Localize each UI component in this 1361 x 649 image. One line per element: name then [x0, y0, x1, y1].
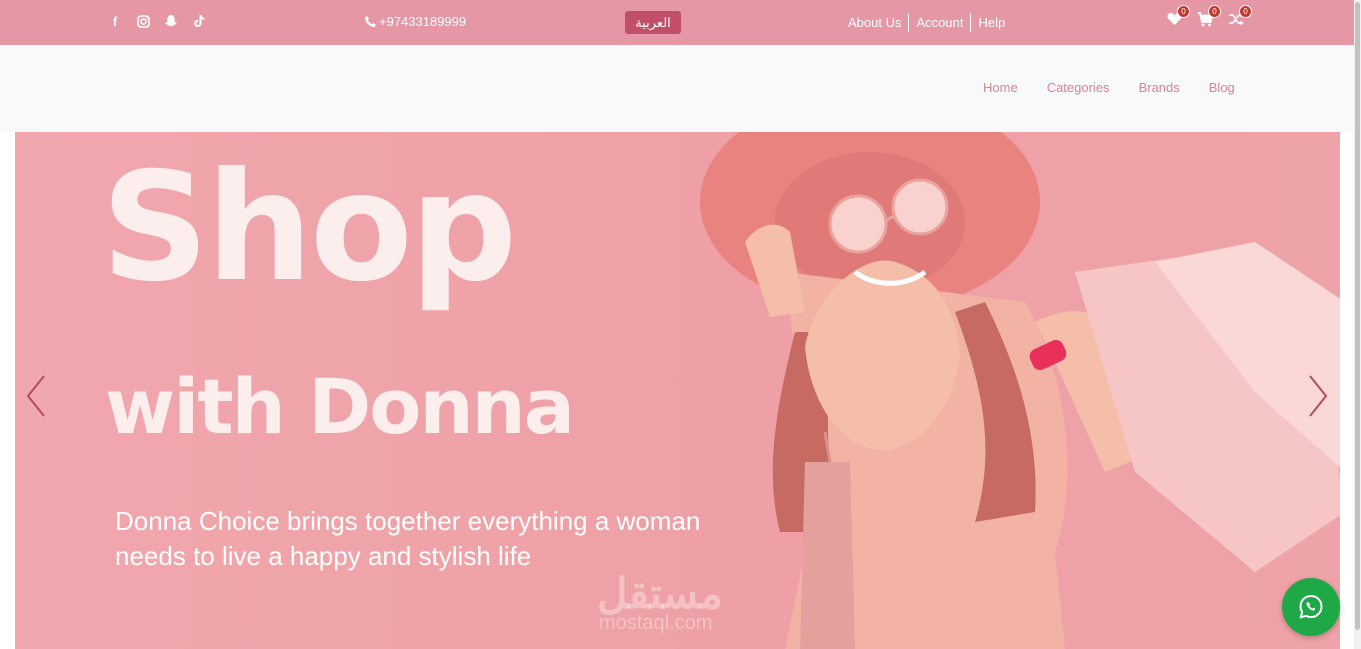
cart-button[interactable]: 0	[1197, 5, 1221, 30]
carousel-next-button[interactable]	[1306, 373, 1330, 419]
nav-item-brands[interactable]: Brands	[1139, 80, 1180, 95]
scrollbar-thumb[interactable]	[1355, 2, 1360, 630]
top-links: About Us Account Help	[848, 13, 1012, 32]
hero-banner: Shop with Donna Donna Choice brings toge…	[15, 132, 1340, 649]
nav-item-blog[interactable]: Blog	[1209, 80, 1235, 95]
hero-model-image	[700, 132, 1340, 649]
language-switch-button[interactable]: العربية	[625, 11, 681, 34]
carousel-prev-button[interactable]	[24, 373, 48, 419]
nav-item-categories[interactable]: Categories	[1047, 80, 1110, 95]
hero-title-line1: Shop	[101, 141, 517, 315]
top-icons: 0 0 0	[1166, 5, 1252, 30]
facebook-icon[interactable]: f	[108, 13, 122, 29]
compare-button[interactable]: 0	[1228, 5, 1252, 30]
instagram-icon[interactable]	[136, 13, 150, 29]
wishlist-button[interactable]: 0	[1166, 5, 1190, 30]
wishlist-count-badge: 0	[1177, 5, 1190, 18]
compare-count-badge: 0	[1239, 5, 1252, 18]
whatsapp-icon	[1299, 594, 1323, 619]
about-us-link[interactable]: About Us	[848, 13, 908, 32]
hero-subtitle: Donna Choice brings together everything …	[115, 506, 701, 571]
main-navbar: Home Categories Brands Blog	[0, 45, 1354, 132]
top-bar: f +97433189999 العربية About Us Account …	[0, 0, 1354, 45]
social-links: f	[108, 13, 206, 29]
phone-icon	[365, 16, 376, 27]
watermark-url: mostaql.com	[599, 612, 713, 634]
snapchat-icon[interactable]	[164, 13, 178, 29]
nav-menu: Home Categories Brands Blog	[983, 80, 1235, 95]
phone-text: +97433189999	[379, 14, 467, 29]
help-link[interactable]: Help	[970, 13, 1012, 32]
cart-count-badge: 0	[1208, 5, 1221, 18]
hero-title-line2: with Donna	[105, 362, 575, 451]
account-link[interactable]: Account	[908, 13, 970, 32]
chevron-right-icon	[1309, 375, 1328, 417]
whatsapp-chat-button[interactable]	[1282, 578, 1340, 636]
chevron-left-icon	[26, 375, 45, 417]
phone-number[interactable]: +97433189999	[364, 14, 466, 29]
tiktok-icon[interactable]	[192, 13, 206, 29]
nav-item-home[interactable]: Home	[983, 80, 1018, 95]
watermark-logo: مستقل	[597, 570, 723, 617]
